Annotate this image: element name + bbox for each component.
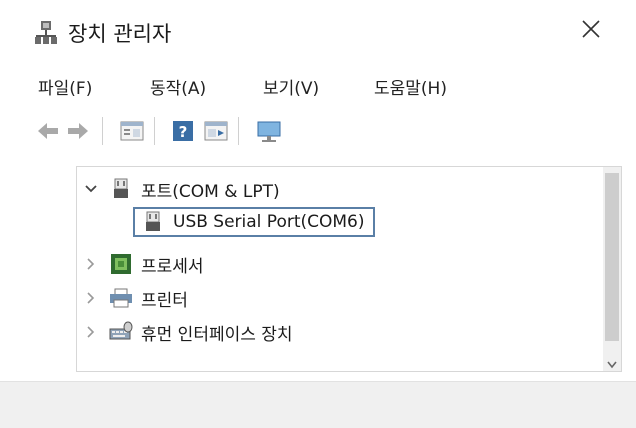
port-icon — [109, 177, 133, 201]
tree-node-ports[interactable]: 포트(COM & LPT) — [83, 174, 280, 204]
toolbar-separator — [102, 117, 103, 145]
back-arrow-icon[interactable] — [36, 120, 60, 146]
tree-node-usb-serial-port[interactable]: USB Serial Port(COM6) — [133, 207, 375, 237]
help-icon[interactable]: ? — [172, 120, 194, 146]
monitor-icon[interactable] — [256, 120, 282, 148]
toolbar-separator — [154, 117, 155, 145]
scrollbar-thumb[interactable] — [605, 173, 619, 341]
chevron-down-icon[interactable] — [83, 181, 99, 197]
hid-label: 휴먼 인터페이스 장치 — [141, 324, 293, 345]
hid-icon — [109, 320, 133, 344]
tree-node-printer[interactable]: 프린터 — [83, 283, 188, 313]
svg-text:?: ? — [179, 123, 188, 141]
port-icon — [141, 210, 165, 234]
menu-bar: 파일(F) 동작(A) 보기(V) 도움말(H) — [0, 66, 636, 106]
processor-label: 프로세서 — [141, 256, 204, 277]
ports-label: 포트(COM & LPT) — [141, 181, 280, 202]
window-title: 장치 관리자 — [68, 22, 172, 46]
tree-node-processor[interactable]: 프로세서 — [83, 249, 204, 279]
toolbar-separator — [238, 117, 239, 145]
update-driver-icon[interactable] — [204, 120, 228, 146]
close-button[interactable] — [574, 14, 608, 48]
vertical-scrollbar[interactable] — [603, 167, 621, 371]
processor-icon — [109, 252, 133, 276]
device-manager-icon — [34, 20, 58, 46]
toolbar: ? — [0, 108, 636, 156]
device-tree[interactable]: 포트(COM & LPT) USB Serial Port(COM6) 프로세서 — [76, 166, 622, 372]
tree-node-hid[interactable]: 휴먼 인터페이스 장치 — [83, 317, 293, 347]
properties-icon[interactable] — [120, 120, 144, 146]
menu-file[interactable]: 파일(F) — [38, 74, 92, 99]
usb-serial-port-label: USB Serial Port(COM6) — [173, 212, 365, 232]
chevron-right-icon[interactable] — [83, 324, 99, 340]
forward-arrow-icon[interactable] — [66, 120, 90, 146]
menu-view[interactable]: 보기(V) — [263, 74, 319, 99]
title-bar: 장치 관리자 — [0, 0, 636, 66]
menu-action[interactable]: 동작(A) — [150, 74, 206, 99]
close-icon — [582, 20, 600, 42]
chevron-right-icon[interactable] — [83, 290, 99, 306]
printer-label: 프린터 — [141, 290, 188, 311]
scroll-down-arrow-icon[interactable] — [606, 355, 618, 369]
status-bar — [0, 381, 636, 428]
menu-help[interactable]: 도움말(H) — [374, 74, 447, 99]
printer-icon — [109, 286, 133, 310]
chevron-right-icon[interactable] — [83, 256, 99, 272]
